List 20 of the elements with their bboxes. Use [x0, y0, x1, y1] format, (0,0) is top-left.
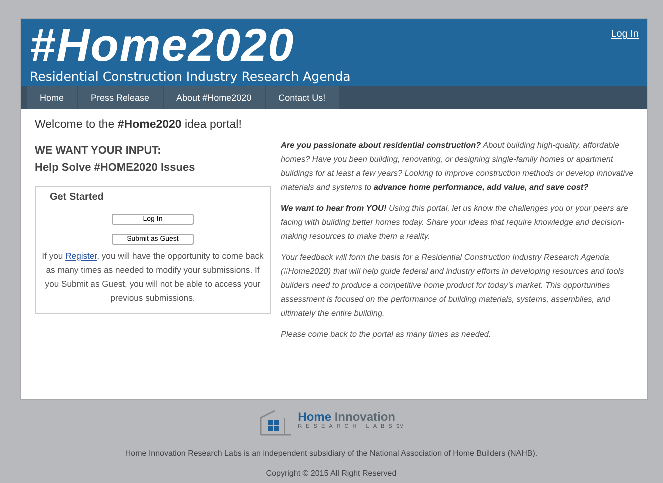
- intro-paragraph: Please come back to the portal as many times as needed.: [281, 329, 492, 341]
- intro-paragraph: Your feedback will form the basis for a Residential Construction Industry Research Agenda (#Home2020) that will help guide federal and industry efforts in developing resources and tools builders need to produce a competitive home product for today's market. This opportunities assessment is focused on the performance of building materials, systems, assemblies, and ultimately the entire building.: [281, 252, 626, 320]
- footer-about: Home Innovation Research Labs is an independent subsidiary of the National Association of Home Builders (NAHB).: [125, 449, 538, 458]
- nav-tab[interactable]: Home: [27, 86, 78, 109]
- welcome-text: Welcome to the #Home2020 idea portal!: [34, 118, 243, 133]
- site-subtitle: Residential Construction Industry Research Agenda: [30, 69, 351, 84]
- nav-tab[interactable]: About #Home2020: [164, 86, 266, 109]
- intro-paragraph: We want to hear from YOU! Using this portal, let us know the challenges you or your peers are facing with building better homes today. Share your ideas that require knowledge and decision-making resources to make them a reality.: [281, 203, 630, 243]
- register-note: If you Register, you will have the opportunity to come back as many times as needed to modify your submissions. If you Submit as Guest, you will not be able to access your previous submissions.: [42, 250, 264, 305]
- site-title: #Home2020: [30, 22, 296, 68]
- house-logo-icon: [259, 410, 294, 436]
- section-subheading: Help Solve #HOME2020 Issues: [35, 162, 196, 174]
- nav-tab[interactable]: Press Release: [78, 86, 164, 109]
- copyright-text: Copyright © 2015 All Right Reserved: [266, 469, 397, 478]
- nav-tab[interactable]: Contact Us!: [266, 86, 340, 109]
- section-heading: WE WANT YOUR INPUT:: [35, 145, 162, 157]
- logo-name: Home Innovation: [298, 410, 397, 424]
- login-link[interactable]: Log In: [611, 29, 639, 40]
- register-link[interactable]: Register: [66, 251, 98, 261]
- intro-paragraph: Are you passionate about residential construction? About building high-quality, affordable homes? Have you been building, renovating, or designing single-family homes or apartment buildings for at least a few years? Looking to improve construction methods or develop innovative materials and systems to advance home performance, add value, and save cost?: [281, 140, 635, 194]
